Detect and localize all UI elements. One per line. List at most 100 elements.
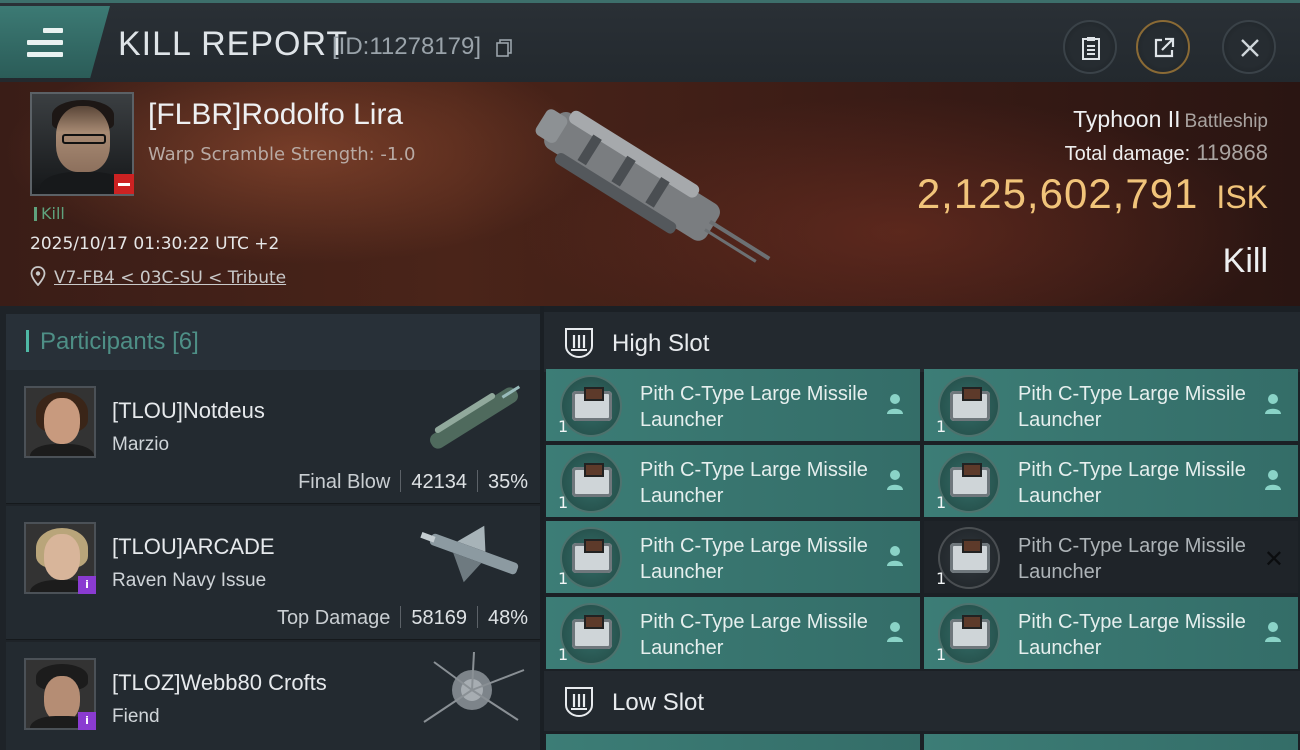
module-slot[interactable]: 1 Pith C-Type Large Missile Launcher (546, 369, 920, 441)
user-icon (1265, 622, 1281, 642)
destroyed-x-icon: ✕ (1263, 545, 1284, 573)
participants-header[interactable]: Participants [6] (6, 314, 540, 370)
victim-name[interactable]: [FLBR]Rodolfo Lira (148, 98, 403, 132)
avatar[interactable] (24, 386, 96, 458)
victim-ship-type: Typhoon II Battleship (1073, 106, 1268, 133)
module-quantity: 1 (936, 417, 947, 436)
result-label: Kill (1222, 242, 1268, 280)
low-slot-title: Low Slot (612, 689, 705, 716)
missile-launcher-icon (938, 527, 1000, 589)
user-icon (887, 470, 903, 490)
module-slot[interactable]: 1 Pith C-Type Large Missile Launcher (546, 521, 920, 593)
hamburger-icon (27, 28, 63, 57)
share-icon (1154, 37, 1175, 58)
participant-damage: 58169 (411, 607, 467, 629)
total-damage: Total damage: 119868 (1065, 140, 1268, 166)
isk-unit: ISK (1216, 179, 1268, 215)
participant-name: [TLOU]ARCADE (112, 534, 275, 559)
victim-ship-name[interactable]: Typhoon II (1073, 106, 1180, 132)
module-quantity: 1 (558, 645, 569, 664)
victim-ship-class: Battleship (1184, 111, 1268, 132)
module-name: Pith C-Type Large Missile Launcher (1018, 611, 1246, 659)
module-slot[interactable]: 1 Pith C-Type Large Missile Launcher (546, 597, 920, 669)
missile-launcher-icon (560, 451, 622, 513)
missile-launcher-icon (938, 603, 1000, 665)
close-icon (1241, 39, 1259, 57)
participants-count: [6] (172, 328, 199, 355)
participant-name: [TLOU]Notdeus (112, 398, 265, 423)
participant-ship-image (423, 651, 525, 723)
module-quantity: 1 (558, 569, 569, 588)
menu-button[interactable] (0, 6, 110, 78)
module-quantity: 1 (558, 493, 569, 512)
module-name: Pith C-Type Large Missile Launcher (1018, 535, 1246, 583)
missile-launcher-icon (938, 451, 1000, 513)
high-slot-title: High Slot (612, 330, 710, 357)
participant-stats: Top Damage 58169 48% (277, 606, 528, 630)
info-badge: i (78, 712, 96, 730)
participant-name: [TLOZ]Webb80 Crofts (112, 670, 327, 695)
module-quantity: 1 (936, 569, 947, 588)
module-name: Pith C-Type Large Missile Launcher (640, 383, 868, 431)
module-slot-destroyed[interactable]: 1 Pith C-Type Large Missile Launcher ✕ (924, 521, 1298, 593)
participant-ship: Fiend (112, 706, 160, 727)
kill-timestamp: 2025/10/17 01:30:22 UTC +2 (30, 234, 280, 254)
participant-role: Final Blow (298, 471, 391, 493)
high-slot-icon (565, 328, 593, 359)
module-quantity: 1 (936, 645, 947, 664)
participant-row[interactable]: i [TLOU]ARCADE Raven Navy Issue Top Dama… (6, 506, 540, 640)
missile-launcher-icon (560, 375, 622, 437)
user-icon (887, 546, 903, 566)
participants-panel: Participants [6] [TLOU]Notdeus Marzio Fi… (0, 306, 540, 750)
kill-tag: Kill (34, 204, 65, 223)
location-link[interactable]: V7-FB4 < 03C-SU < Tribute (54, 268, 286, 288)
user-icon (887, 622, 903, 642)
fitting-panel: High Slot 1 Pith C-Type Large Missile La… (544, 306, 1300, 750)
module-name: Pith C-Type Large Missile Launcher (1018, 383, 1246, 431)
user-icon (887, 394, 903, 414)
participant-ship: Raven Navy Issue (112, 570, 267, 591)
top-bar: KILL REPORT [ID:11278179] (0, 0, 1300, 82)
module-slot[interactable] (924, 734, 1298, 750)
module-name: Pith C-Type Large Missile Launcher (640, 611, 868, 659)
module-slot[interactable]: 1 Pith C-Type Large Missile Launcher (924, 369, 1298, 441)
missile-launcher-icon (560, 527, 622, 589)
participant-row[interactable]: i [TLOZ]Webb80 Crofts Fiend (6, 642, 540, 750)
module-slot[interactable]: 1 Pith C-Type Large Missile Launcher (924, 597, 1298, 669)
participants-title: Participants (40, 328, 166, 355)
high-slot-header: High Slot (544, 312, 1300, 372)
info-badge: i (78, 576, 96, 594)
module-slot[interactable]: 1 Pith C-Type Large Missile Launcher (546, 445, 920, 517)
missile-launcher-icon (560, 603, 622, 665)
clipboard-icon (1082, 37, 1100, 60)
total-damage-value: 119868 (1196, 140, 1268, 165)
module-slot[interactable]: 1 Pith C-Type Large Missile Launcher (924, 445, 1298, 517)
participant-row[interactable]: [TLOU]Notdeus Marzio Final Blow 42134 35% (6, 370, 540, 504)
module-name: Pith C-Type Large Missile Launcher (1018, 459, 1246, 507)
participant-damage: 42134 (411, 471, 467, 493)
user-icon (1265, 470, 1281, 490)
copy-icon[interactable] (496, 39, 512, 57)
isk-amount: 2,125,602,791 (916, 170, 1199, 217)
close-button[interactable] (1222, 20, 1276, 74)
total-damage-label: Total damage: (1064, 143, 1191, 165)
share-button[interactable] (1136, 20, 1190, 74)
missile-launcher-icon (938, 375, 1000, 437)
participant-ship-image (430, 385, 521, 449)
location-pin-icon (30, 266, 46, 286)
participant-percent: 48% (487, 607, 528, 629)
participant-stats: Final Blow 42134 35% (298, 470, 528, 494)
module-slot[interactable] (546, 734, 920, 750)
isk-value: 2,125,602,791 ISK (917, 170, 1268, 218)
participant-role: Top Damage (276, 607, 391, 629)
low-slot-header: Low Slot (544, 671, 1300, 731)
victim-summary: Kill [FLBR]Rodolfo Lira Warp Scramble St… (0, 82, 1300, 306)
warp-scramble-strength: Warp Scramble Strength: -1.0 (148, 144, 416, 165)
hostile-badge (114, 174, 134, 194)
victim-ship-image (535, 109, 771, 263)
participant-percent: 35% (487, 471, 528, 493)
clipboard-button[interactable] (1063, 20, 1117, 74)
participant-ship-image (420, 525, 519, 583)
low-slot-icon (565, 687, 593, 718)
module-quantity: 1 (936, 493, 947, 512)
